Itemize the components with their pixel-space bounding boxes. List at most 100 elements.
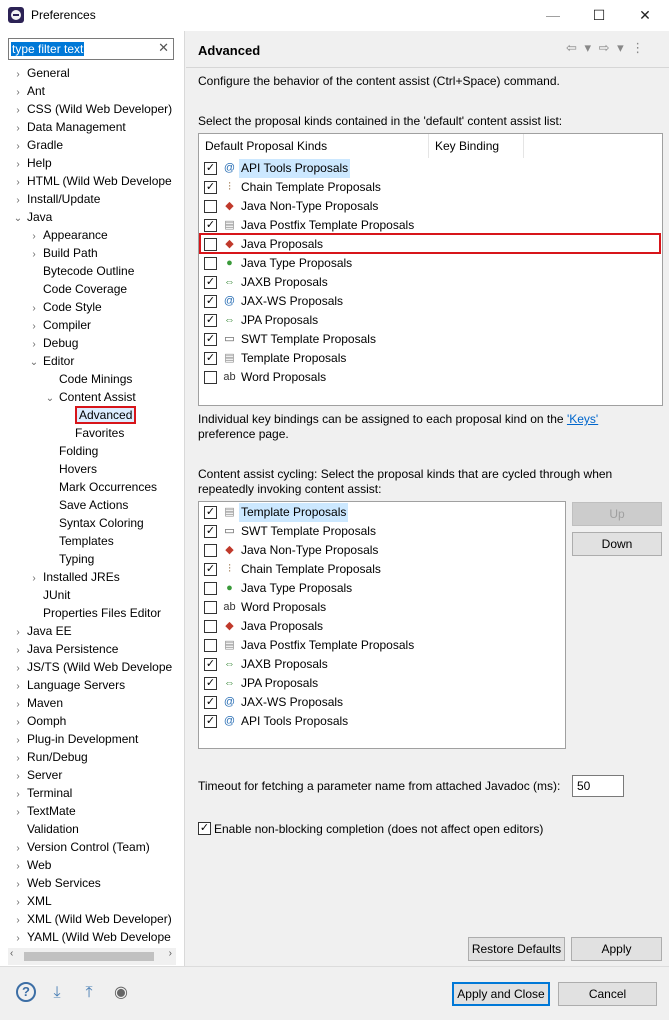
tree-item[interactable]: › Plug-in Development xyxy=(12,730,138,748)
proposal-row[interactable]: ◆ Java Non-Type Proposals xyxy=(199,197,429,216)
scrollbar-thumb[interactable] xyxy=(24,952,154,961)
minimize-button[interactable]: — xyxy=(530,0,576,31)
tree-item[interactable]: Code Coverage xyxy=(28,280,127,298)
proposal-row[interactable]: ◆ Java Proposals xyxy=(199,617,429,636)
apply-and-close-button[interactable]: Apply and Close xyxy=(452,982,550,1006)
tree-item[interactable]: › Language Servers xyxy=(12,676,125,694)
close-button[interactable]: ✕ xyxy=(622,0,668,31)
proposal-row[interactable]: ✓ @ API Tools Proposals xyxy=(199,712,429,731)
down-button[interactable]: Down xyxy=(572,532,662,556)
tree-item[interactable]: › CSS (Wild Web Developer) xyxy=(12,100,172,118)
proposal-checkbox[interactable]: ✓ xyxy=(204,314,217,327)
clear-filter-icon[interactable]: ✕ xyxy=(158,40,169,56)
restore-defaults-button[interactable]: Restore Defaults xyxy=(468,937,565,961)
proposal-row[interactable]: ✓ ⇔ JAXB Proposals xyxy=(199,273,429,292)
up-button[interactable]: Up xyxy=(572,502,662,526)
column-header-kinds[interactable]: Default Proposal Kinds xyxy=(199,134,429,158)
tree-item[interactable]: Mark Occurrences xyxy=(44,478,157,496)
proposal-checkbox[interactable]: ✓ xyxy=(204,715,217,728)
proposal-checkbox[interactable]: ✓ xyxy=(204,506,217,519)
tree-item[interactable]: Bytecode Outline xyxy=(28,262,134,280)
proposal-row[interactable]: ✓ ▤ Template Proposals xyxy=(199,349,429,368)
tree-item[interactable]: Hovers xyxy=(44,460,97,478)
cancel-button[interactable]: Cancel xyxy=(558,982,657,1006)
tree-item[interactable]: › Installed JREs xyxy=(28,568,119,586)
tree-item[interactable]: Code Minings xyxy=(44,370,132,388)
chevron-down-icon[interactable]: ⌄ xyxy=(12,210,24,228)
proposal-checkbox[interactable] xyxy=(204,639,217,652)
scroll-left-icon[interactable]: ‹ xyxy=(10,948,13,959)
proposal-checkbox[interactable]: ✓ xyxy=(204,525,217,538)
tree-item[interactable]: › Run/Debug xyxy=(12,748,87,766)
proposal-row[interactable]: ✓ ▭ SWT Template Proposals xyxy=(199,330,429,349)
scroll-right-icon[interactable]: › xyxy=(169,948,172,959)
tree-item[interactable]: › XML (Wild Web Developer) xyxy=(12,910,171,928)
tree-item[interactable]: › Build Path xyxy=(28,244,97,262)
proposal-checkbox[interactable] xyxy=(204,620,217,633)
tree-item[interactable]: › Debug xyxy=(28,334,78,352)
proposal-row[interactable]: ✓ ▭ SWT Template Proposals xyxy=(199,522,429,541)
tree-item[interactable]: › JS/TS (Wild Web Develope xyxy=(12,658,172,676)
proposal-row[interactable]: ✓ @ JAX-WS Proposals xyxy=(199,693,429,712)
proposal-checkbox[interactable] xyxy=(204,371,217,384)
tree-item[interactable]: ⌄ Editor xyxy=(28,352,75,372)
proposal-row[interactable]: ✓ ⇔ JAXB Proposals xyxy=(199,655,429,674)
proposal-row[interactable]: ✓ ⫶ Chain Template Proposals xyxy=(199,560,429,579)
apply-button[interactable]: Apply xyxy=(571,937,662,961)
tree-item[interactable]: › YAML (Wild Web Develope xyxy=(12,928,171,946)
tree-item[interactable]: JUnit xyxy=(28,586,70,604)
proposal-row[interactable]: ● Java Type Proposals xyxy=(199,254,429,273)
proposal-row[interactable]: ▤ Java Postfix Template Proposals xyxy=(199,636,429,655)
proposal-checkbox[interactable] xyxy=(204,544,217,557)
proposal-row[interactable]: ab Word Proposals xyxy=(199,368,429,387)
proposal-checkbox[interactable]: ✓ xyxy=(204,181,217,194)
proposal-checkbox[interactable] xyxy=(204,257,217,270)
tree-item[interactable]: › General xyxy=(12,64,69,82)
proposal-row[interactable]: ab Word Proposals xyxy=(199,598,429,617)
tree-item[interactable]: Save Actions xyxy=(44,496,128,514)
keys-link[interactable]: 'Keys' xyxy=(567,412,598,426)
tree-item[interactable]: › Java EE xyxy=(12,622,71,640)
maximize-button[interactable]: ☐ xyxy=(576,0,622,31)
tree-item[interactable]: ⌄ Java xyxy=(12,208,53,228)
proposal-checkbox[interactable] xyxy=(204,200,217,213)
tree-item[interactable]: › Oomph xyxy=(12,712,66,730)
tree-item[interactable]: › Server xyxy=(12,766,62,784)
proposal-checkbox[interactable]: ✓ xyxy=(204,276,217,289)
proposal-row[interactable]: ◆ Java Non-Type Proposals xyxy=(199,541,429,560)
proposal-checkbox[interactable]: ✓ xyxy=(204,563,217,576)
tree-item[interactable]: Typing xyxy=(44,550,94,568)
proposal-checkbox[interactable]: ✓ xyxy=(204,352,217,365)
tree-item[interactable]: › Help xyxy=(12,154,51,172)
proposal-checkbox[interactable]: ✓ xyxy=(204,295,217,308)
nonblocking-checkbox[interactable]: ✓ xyxy=(198,822,211,835)
tree-item[interactable]: Advanced xyxy=(60,406,137,424)
tree-item[interactable]: › Gradle xyxy=(12,136,63,154)
chevron-right-icon[interactable]: › xyxy=(12,930,24,947)
proposal-row[interactable]: ✓ ▤ Template Proposals xyxy=(199,503,429,522)
timeout-input[interactable]: 50 xyxy=(572,775,624,797)
proposal-checkbox[interactable]: ✓ xyxy=(204,219,217,232)
tree-item[interactable]: Favorites xyxy=(60,424,124,442)
tree-item[interactable]: Templates xyxy=(44,532,114,550)
chevron-down-icon[interactable]: ⌄ xyxy=(28,354,40,372)
tree-item[interactable]: › XML xyxy=(12,892,51,910)
tree-item[interactable]: › Data Management xyxy=(12,118,125,136)
proposal-row[interactable]: ✓ ⇔ JPA Proposals xyxy=(199,674,429,693)
proposal-row[interactable]: ✓ @ JAX-WS Proposals xyxy=(199,292,429,311)
tree-item[interactable]: › Maven xyxy=(12,694,63,712)
proposal-checkbox[interactable] xyxy=(204,582,217,595)
tree-item[interactable]: › Web xyxy=(12,856,51,874)
proposal-checkbox[interactable] xyxy=(204,601,217,614)
tree-item[interactable]: Validation xyxy=(12,820,79,838)
proposal-checkbox[interactable]: ✓ xyxy=(204,658,217,671)
proposal-row[interactable]: ● Java Type Proposals xyxy=(199,579,429,598)
proposal-checkbox[interactable]: ✓ xyxy=(204,677,217,690)
chevron-down-icon[interactable]: ⌄ xyxy=(44,390,56,408)
tree-item[interactable]: Folding xyxy=(44,442,98,460)
help-icon[interactable]: ? xyxy=(16,982,36,1002)
tree-item[interactable]: › Version Control (Team) xyxy=(12,838,149,856)
import-icon[interactable]: ⤓ xyxy=(46,982,68,1004)
tree-item[interactable]: › Compiler xyxy=(28,316,91,334)
history-nav-icons[interactable]: ⇦ ▾ ⇨ ▾ ⋮ xyxy=(566,40,646,56)
